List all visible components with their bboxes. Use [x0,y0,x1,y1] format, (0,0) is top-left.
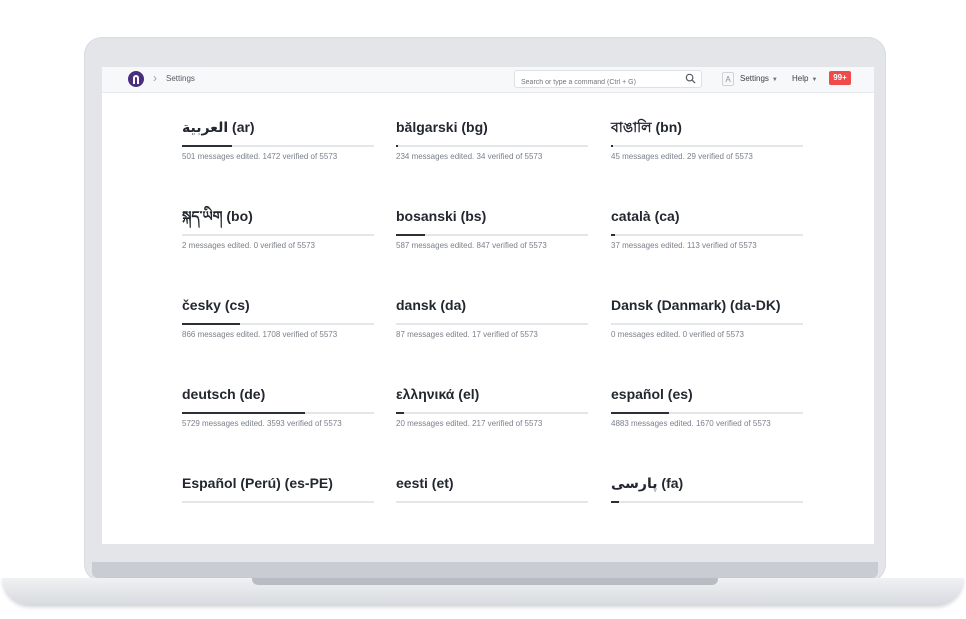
language-stats: 501 messages edited. 1472 verified of 55… [182,152,338,161]
top-bar: › Settings A Settings▼ Help▼ 99+ [102,67,874,93]
translation-progress-bar [182,323,374,325]
language-name[interactable]: español (es) [611,384,803,404]
language-name[interactable]: deutsch (de) [182,384,374,404]
language-name[interactable]: bosanski (bs) [396,206,588,226]
translation-progress-bar [182,234,374,236]
language-name[interactable]: català (ca) [611,206,803,226]
translation-progress-bar [611,323,803,325]
progress-fill [182,145,232,147]
language-card[interactable]: Dansk (Danmark) (da-DK) 0 messages edited… [611,295,803,339]
progress-fill [182,323,240,325]
translation-progress-bar [611,501,803,503]
settings-menu-label: Settings [740,74,769,83]
translation-progress-bar [396,501,588,503]
language-stats: 37 messages edited. 113 verified of 5573 [611,241,757,250]
language-name[interactable]: eesti (et) [396,473,588,493]
breadcrumb[interactable]: Settings [166,74,195,83]
language-stats: 866 messages edited. 1708 verified of 55… [182,330,338,339]
language-card[interactable]: སྐད་ཡིག (bo) 2 messages edited. 0 verifie… [182,206,374,250]
command-search[interactable] [514,70,702,91]
help-menu-label: Help [792,74,809,83]
language-stats: 45 messages edited. 29 verified of 5573 [611,152,753,161]
language-name[interactable]: پارسی (fa) [611,473,803,493]
avatar[interactable]: A [722,72,734,86]
translation-progress-bar [611,412,803,414]
language-card[interactable]: bălgarski (bg) 234 messages edited. 34 ve… [396,117,588,161]
language-card[interactable]: Español (Perú) (es-PE) [182,473,374,503]
language-name[interactable]: Dansk (Danmark) (da-DK) [611,295,803,315]
help-menu[interactable]: Help ▼ [792,74,817,83]
search-icon[interactable] [685,73,696,84]
settings-menu[interactable]: Settings ▼ [740,74,778,83]
language-name[interactable]: বাঙালি (bn) [611,117,803,137]
progress-fill [396,412,404,414]
language-card[interactable]: ελληνικά (el) 20 messages edited. 217 ver… [396,384,588,428]
progress-fill [611,412,669,414]
translation-progress-bar [396,234,588,236]
translation-progress-bar [182,412,374,414]
progress-fill [611,501,619,503]
language-card[interactable]: deutsch (de) 5729 messages edited. 3593 v… [182,384,374,428]
language-stats: 2 messages edited. 0 verified of 5573 [182,241,315,250]
language-card[interactable]: català (ca) 37 messages edited. 113 verif… [611,206,803,250]
language-stats: 234 messages edited. 34 verified of 5573 [396,152,543,161]
language-stats: 587 messages edited. 847 verified of 557… [396,241,547,250]
language-card[interactable]: eesti (et) [396,473,588,503]
caret-down-icon: ▼ [771,77,778,83]
language-stats: 20 messages edited. 217 verified of 5573 [396,419,543,428]
language-name[interactable]: ελληνικά (el) [396,384,588,404]
translation-progress-bar [396,412,588,414]
search-input[interactable] [515,74,681,91]
language-name[interactable]: Español (Perú) (es-PE) [182,473,374,493]
language-name[interactable]: česky (cs) [182,295,374,315]
language-stats: 5729 messages edited. 3593 verified of 5… [182,419,342,428]
language-name[interactable]: dansk (da) [396,295,588,315]
language-card[interactable]: বাঙালি (bn) 45 messages edited. 29 verifi… [611,117,803,161]
language-name[interactable]: العربية (ar) [182,117,374,137]
progress-fill [611,234,615,236]
caret-down-icon: ▼ [811,77,818,83]
language-stats: 4883 messages edited. 1670 verified of 5… [611,419,771,428]
language-name[interactable]: bălgarski (bg) [396,117,588,137]
language-stats: 87 messages edited. 17 verified of 5573 [396,330,538,339]
laptop-notch [252,578,718,585]
language-card[interactable]: dansk (da) 87 messages edited. 17 verifie… [396,295,588,339]
progress-fill [396,145,398,147]
translation-progress-bar [611,234,803,236]
notifications-badge[interactable]: 99+ [829,71,851,85]
progress-fill [611,145,613,147]
language-card[interactable]: español (es) 4883 messages edited. 1670 v… [611,384,803,428]
app-logo-icon[interactable] [128,71,144,87]
translation-progress-bar [396,145,588,147]
progress-fill [182,412,305,414]
chevron-right-icon: › [153,71,157,85]
translation-progress-bar [611,145,803,147]
app-screen: › Settings A Settings▼ Help▼ 99+ العربية… [102,67,874,544]
language-card[interactable]: česky (cs) 866 messages edited. 1708 veri… [182,295,374,339]
language-card[interactable]: bosanski (bs) 587 messages edited. 847 ve… [396,206,588,250]
progress-fill [396,234,425,236]
translation-progress-bar [182,501,374,503]
laptop-hinge [92,562,878,578]
language-card[interactable]: پارسی (fa) [611,473,803,503]
language-card[interactable]: العربية (ar) 501 messages edited. 1472 ve… [182,117,374,161]
translation-progress-bar [396,323,588,325]
translation-progress-bar [182,145,374,147]
language-stats: 0 messages edited. 0 verified of 5573 [611,330,744,339]
language-name[interactable]: སྐད་ཡིག (bo) [182,206,374,226]
